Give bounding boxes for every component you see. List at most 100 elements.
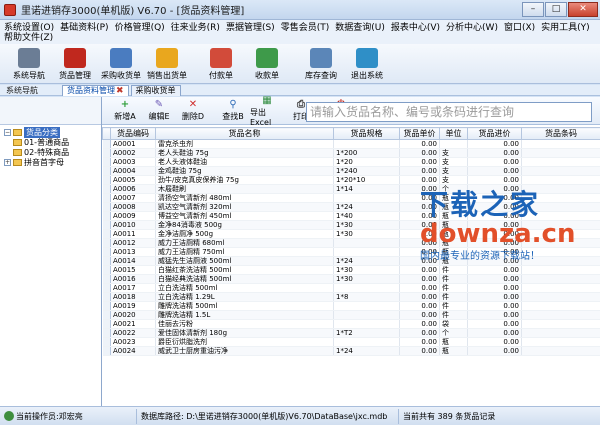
table-cell: A0008 [110, 202, 156, 212]
menu-item[interactable]: 零售会员(T) [281, 20, 330, 33]
table-cell: 立白洗洁精 500ml [155, 283, 334, 293]
table-cell [521, 139, 600, 149]
tree-node-root[interactable]: − 货品分类 [4, 126, 97, 138]
grid-column-header[interactable]: 单位 [439, 127, 468, 140]
table-cell: 0.00 [467, 274, 522, 284]
table-cell [333, 193, 400, 203]
table-row[interactable]: A0010 金净84消毒液 500g 1*30 0.00 瓶 0.00 [102, 220, 600, 230]
table-row[interactable]: A0006 木屐鞋刷 1*14 0.00 个 0.00 [102, 184, 600, 194]
collapse-icon[interactable]: − [4, 128, 11, 136]
grid-column-header[interactable]: 货品规格 [333, 127, 400, 140]
menu-item[interactable]: 价格管理(Q) [115, 20, 165, 33]
table-cell [521, 229, 600, 239]
table-row[interactable]: A0008 凯达空气清新剂 320ml 1*24 0.00 瓶 0.00 [102, 202, 600, 212]
grid-column-header[interactable]: 货品进价 [467, 127, 522, 140]
grid-column-header[interactable]: 货品编码 [110, 127, 156, 140]
maximize-button[interactable]: □ [545, 2, 567, 17]
table-cell: 0.00 [399, 238, 440, 248]
grid-column-header[interactable]: 货品单价 [399, 127, 440, 140]
table-row[interactable]: A0023 爵臣衍烘脂洗剂 0.00 瓶 0.00 [102, 337, 600, 347]
content-area: − 货品分类 01-普通商品 02-特殊商品 + 拼音首字母 + 新增A ✎ 编辑E ✕… [0, 95, 600, 406]
table-row[interactable]: A0012 威力王洁厕精 680ml 0.00 瓶 0.00 [102, 238, 600, 248]
table-row[interactable]: A0022 爱佳固体清新剂 180g 1*T2 0.00 个 0.00 [102, 328, 600, 338]
table-row[interactable]: A0009 博益空气清新剂 450ml 1*40 0.00 瓶 0.00 [102, 211, 600, 221]
table-row[interactable]: A0005 劲牛/皮克真皮保养油 75g 1*20*10 0.00 支 0.00 [102, 175, 600, 185]
goods-panel: +新增A✎编辑E✕删除D⚲查找B▦导出Excel⎙打印⏻退出 请输入货品名称、编… [102, 95, 600, 406]
tree-node-pinyin[interactable]: + 拼音首字母 [4, 157, 97, 167]
action-button[interactable]: ⚲ 查找B [216, 99, 250, 122]
menu-item[interactable]: 报表中心(V) [391, 20, 440, 33]
table-row[interactable]: A0007 清扬空气清新剂 480ml 0.00 瓶 0.00 [102, 193, 600, 203]
grid-row-header-corner [102, 127, 111, 140]
table-cell: 瓶 [439, 211, 468, 221]
row-header [102, 274, 111, 284]
grid-column-header[interactable]: 货品名称 [155, 127, 334, 140]
table-row[interactable]: A0018 立白洗洁精 1.29L 1*8 0.00 件 0.00 [102, 292, 600, 302]
table-cell: 0.00 [399, 202, 440, 212]
table-cell: 0.00 [467, 157, 522, 167]
table-cell [333, 301, 400, 311]
minimize-button[interactable]: – [522, 2, 544, 17]
toolbar-button[interactable]: 采购收货单 [98, 45, 144, 83]
table-row[interactable]: A0015 白猫红茶洗洁精 500ml 1*30 0.00 件 0.00 [102, 265, 600, 275]
close-icon[interactable]: ✖ [116, 86, 124, 96]
table-cell [521, 247, 600, 257]
user-icon [4, 411, 14, 421]
tab-document[interactable]: 货品资料管理✖ [62, 84, 129, 96]
row-header [102, 337, 111, 347]
action-button[interactable]: ▦ 导出Excel [250, 95, 284, 127]
toolbar-button[interactable]: 销售出货单 [144, 45, 190, 83]
action-button-label: 查找B [222, 112, 244, 121]
tab-document[interactable]: 采购收货单 [130, 84, 181, 96]
table-cell: A0016 [110, 274, 156, 284]
table-cell: 白猫经典洗洁精 500ml [155, 274, 334, 284]
table-row[interactable]: A0001 雷克杀虫剂 0.00 0.00 [102, 139, 600, 149]
table-cell: A0018 [110, 292, 156, 302]
table-cell: 0.00 [399, 193, 440, 203]
table-cell: 个 [439, 184, 468, 194]
menu-item[interactable]: 实用工具(Y) [541, 20, 590, 33]
table-row[interactable]: A0011 金净洁厕净 500g 1*30 0.00 瓶 0.00 [102, 229, 600, 239]
menu-item[interactable]: 窗口(X) [504, 20, 535, 33]
close-button[interactable]: ✕ [568, 2, 598, 17]
toolbar-button-label: 收款单 [255, 71, 279, 80]
menu-item[interactable]: 分析中心(W) [446, 20, 498, 33]
menu-item-help[interactable]: 帮助文件(Z) [4, 33, 53, 43]
table-row[interactable]: A0013 威力王洁厕精 750ml 0.00 瓶 0.00 [102, 247, 600, 257]
table-cell: 瓶 [439, 220, 468, 230]
table-row[interactable]: A0002 老人头鞋油 75g 1*200 0.00 支 0.00 [102, 148, 600, 158]
table-cell [333, 310, 400, 320]
toolbar-button[interactable]: 付款单 [198, 45, 244, 83]
menu-item[interactable]: 往来业务(R) [171, 20, 220, 33]
row-header [102, 211, 111, 221]
toolbar-button[interactable]: 系统导航 [6, 45, 52, 83]
expand-icon[interactable]: + [4, 158, 11, 166]
search-input[interactable]: 请输入货品名称、编号或条码进行查询 [306, 102, 592, 122]
table-row[interactable]: A0020 雕牌洗洁精 1.5L 0.00 件 0.00 [102, 310, 600, 320]
table-row[interactable]: A0017 立白洗洁精 500ml 0.00 件 0.00 [102, 283, 600, 293]
table-row[interactable]: A0004 金鸡鞋油 75g 1*240 0.00 支 0.00 [102, 166, 600, 176]
menu-item[interactable]: 票据管理(S) [226, 20, 275, 33]
table-cell: 0.00 [467, 193, 522, 203]
tree-node-child-2[interactable]: 02-特殊商品 [4, 147, 97, 157]
table-row[interactable]: A0024 威武卫士厨房重油污净 1*24 0.00 瓶 0.00 [102, 346, 600, 356]
table-row[interactable]: A0019 雕牌洗洁精 500ml 0.00 件 0.00 [102, 301, 600, 311]
tree-node-child-1[interactable]: 01-普通商品 [4, 137, 97, 147]
table-row[interactable]: A0014 威猛先生洁厕液 500ml 1*24 0.00 瓶 0.00 [102, 256, 600, 266]
action-button[interactable]: + 新增A [108, 99, 142, 122]
grid-column-header[interactable]: 货品条码 [521, 127, 600, 140]
table-row[interactable]: A0003 老人头液体鞋油 1*20 0.00 支 0.00 [102, 157, 600, 167]
action-button[interactable]: ✎ 编辑E [142, 99, 176, 122]
menu-item[interactable]: 系统设置(O) [4, 20, 54, 33]
toolbar-button[interactable]: 库存查询 [298, 45, 344, 83]
toolbar-button[interactable]: 退出系统 [344, 45, 390, 83]
menu-item[interactable]: 数据查询(U) [335, 20, 385, 33]
table-cell [521, 148, 600, 158]
action-button[interactable]: ✕ 删除D [176, 99, 210, 122]
toolbar-button[interactable]: 收款单 [244, 45, 290, 83]
menu-item[interactable]: 基础资料(P) [60, 20, 108, 33]
table-cell: 0.00 [399, 211, 440, 221]
table-row[interactable]: A0021 佳丽去污粉 0.00 袋 0.00 [102, 319, 600, 329]
table-row[interactable]: A0016 白猫经典洗洁精 500ml 1*30 0.00 件 0.00 [102, 274, 600, 284]
toolbar-button[interactable]: 货品管理 [52, 45, 98, 83]
